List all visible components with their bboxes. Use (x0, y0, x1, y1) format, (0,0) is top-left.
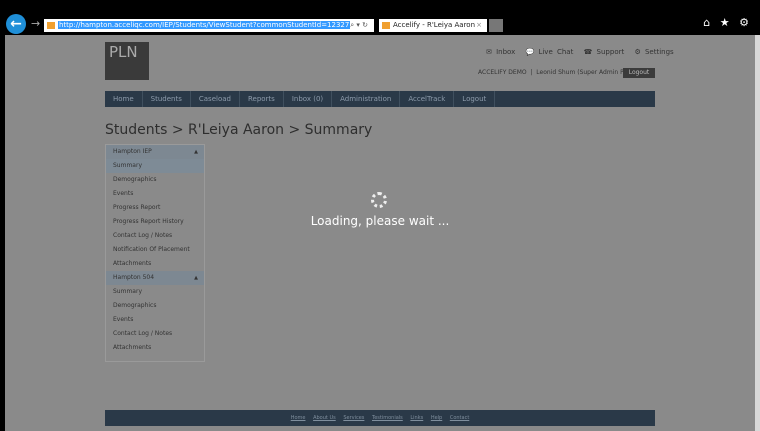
search-refresh-icons[interactable]: ⌕ ▾ ↻ (350, 19, 368, 32)
footer-help[interactable]: Help (431, 415, 442, 421)
footer-testimonials[interactable]: Testimonials (372, 415, 403, 421)
settings-link[interactable]: ⚙ Settings (634, 48, 673, 56)
nav-inbox[interactable]: Inbox (0) (284, 91, 333, 107)
home-favorites-settings-icons[interactable]: ⌂ ★ ⚙ (703, 16, 752, 29)
sidebar-item-demographics[interactable]: Demographics (106, 299, 204, 313)
group-hampton-iep[interactable]: Hampton IEP ▲ (106, 145, 204, 159)
main-nav: Home Students Caseload Reports Inbox (0)… (105, 91, 655, 107)
favicon-icon (47, 22, 55, 29)
top-links: ✉ Inbox 💬 Live Chat ☎ Support ⚙ Settings (480, 48, 674, 56)
live-chat-link[interactable]: 💬 Live Chat (526, 48, 574, 56)
tab-title: Accelify - R'Leiya Aaron (393, 21, 476, 29)
loading-spinner-icon (371, 192, 387, 208)
nav-accelltrack[interactable]: AccelTrack (400, 91, 455, 107)
user-info: ACCELIFY DEMO | Leonid Shum (Super Admin… (478, 69, 635, 76)
gear-icon: ⚙ (634, 48, 641, 56)
footer: Home About Us Services Testimonials Link… (105, 410, 655, 426)
sidebar-item-events[interactable]: Events (106, 187, 204, 201)
address-bar[interactable]: http://hampton.acceliqc.com/IEP/Students… (44, 19, 374, 32)
footer-home[interactable]: Home (291, 415, 306, 421)
nav-caseload[interactable]: Caseload (191, 91, 240, 107)
sidebar-item-summary[interactable]: Summary (106, 159, 204, 173)
close-tab-icon[interactable]: × (476, 19, 482, 32)
scrollbar[interactable] (755, 35, 760, 431)
favicon-icon (382, 22, 390, 29)
forward-button[interactable]: → (31, 17, 40, 30)
logout-button[interactable]: Logout (623, 68, 655, 78)
nav-administration[interactable]: Administration (332, 91, 401, 107)
sidebar-item-progress-report[interactable]: Progress Report (106, 201, 204, 215)
sidebar-item-events[interactable]: Events (106, 313, 204, 327)
sidebar-item-notification[interactable]: Notification Of Placement (106, 243, 204, 257)
browser-tab[interactable]: Accelify - R'Leiya Aaron × (379, 19, 487, 32)
sidebar-item-contact-log[interactable]: Contact Log / Notes (106, 229, 204, 243)
logo[interactable]: PLN (105, 42, 149, 80)
loading-message: Loading, please wait ... (310, 214, 450, 228)
nav-reports[interactable]: Reports (240, 91, 284, 107)
sidebar-item-demographics[interactable]: Demographics (106, 173, 204, 187)
nav-logout[interactable]: Logout (454, 91, 496, 107)
group-hampton-504[interactable]: Hampton 504 ▲ (106, 271, 204, 285)
page-title: Students > R'Leiya Aaron > Summary (105, 122, 373, 138)
url-text[interactable]: http://hampton.acceliqc.com/IEP/Students… (58, 21, 351, 29)
inbox-link[interactable]: ✉ Inbox (486, 48, 515, 56)
chat-icon: 💬 (525, 48, 535, 56)
support-link[interactable]: ☎ Support (584, 48, 625, 56)
collapse-icon[interactable]: ▲ (194, 145, 198, 159)
sidebar-item-attachments[interactable]: Attachments (106, 341, 204, 355)
nav-students[interactable]: Students (143, 91, 191, 107)
collapse-icon[interactable]: ▲ (194, 271, 198, 285)
footer-contact[interactable]: Contact (450, 415, 469, 421)
sidebar: Hampton IEP ▲ Summary Demographics Events… (105, 144, 205, 362)
footer-services[interactable]: Services (343, 415, 364, 421)
nav-home[interactable]: Home (105, 91, 143, 107)
mail-icon: ✉ (486, 48, 492, 56)
new-tab-button[interactable] (489, 19, 503, 32)
sidebar-item-attachments[interactable]: Attachments (106, 257, 204, 271)
sidebar-item-summary[interactable]: Summary (106, 285, 204, 299)
back-button[interactable]: ← (6, 14, 26, 34)
sidebar-item-contact-log[interactable]: Contact Log / Notes (106, 327, 204, 341)
footer-links[interactable]: Links (410, 415, 423, 421)
phone-icon: ☎ (583, 48, 593, 56)
footer-about[interactable]: About Us (313, 415, 336, 421)
